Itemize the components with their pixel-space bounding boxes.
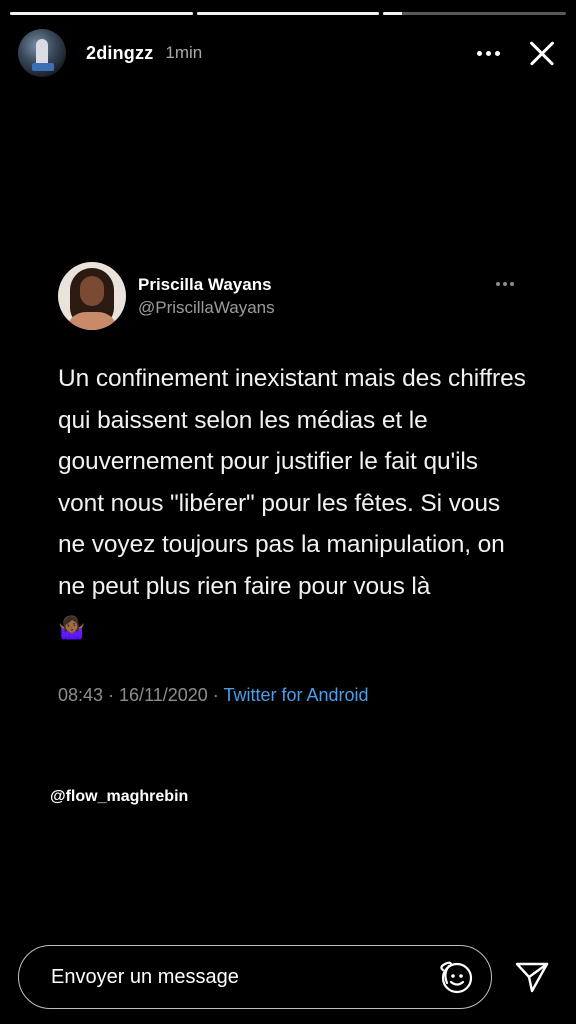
progress-fill <box>196 12 380 15</box>
progress-segment <box>196 12 380 15</box>
dot <box>496 282 500 286</box>
send-icon[interactable] <box>510 955 554 999</box>
message-placeholder: Envoyer un message <box>51 965 239 988</box>
story-header: 2dingzz 1min <box>18 28 562 78</box>
dot <box>485 50 491 56</box>
user-avatar[interactable] <box>18 29 66 77</box>
avatar-face <box>80 276 104 306</box>
dot <box>494 50 500 56</box>
progress-fill <box>383 12 402 15</box>
avatar-figure-base <box>32 63 54 71</box>
tweet-meta: 08:43 · 16/11/2020 · Twitter for Android <box>58 685 528 706</box>
tweet-card: Priscilla Wayans @PriscillaWayans Un con… <box>58 262 528 706</box>
tweet-body: Un confinement inexistant mais des chiff… <box>58 365 526 600</box>
tweet-more-icon <box>496 282 514 286</box>
dot <box>503 282 507 286</box>
progress-segment <box>383 12 567 15</box>
message-input[interactable]: Envoyer un message <box>18 945 492 1009</box>
story-progress-bar <box>10 12 567 15</box>
progress-fill <box>10 12 193 15</box>
tweet-author-names: Priscilla Wayans @PriscillaWayans <box>138 275 275 318</box>
shrug-emoji: 🤷🏾‍♀️ <box>58 615 86 640</box>
tweet-author-avatar <box>58 262 126 330</box>
tweet-timestamp: 08:43 · 16/11/2020 · <box>58 684 224 705</box>
credit-mention[interactable]: @flow_maghrebin <box>50 788 188 806</box>
dot <box>476 50 482 56</box>
dot <box>510 282 514 286</box>
progress-segment <box>10 12 193 15</box>
tweet-text: Un confinement inexistant mais des chiff… <box>58 358 528 649</box>
tweet-author-name: Priscilla Wayans <box>138 274 272 294</box>
close-icon[interactable] <box>522 33 562 73</box>
story-time: 1min <box>165 43 203 62</box>
story-footer: Envoyer un message <box>18 944 558 1010</box>
story-username[interactable]: 2dingzz <box>86 43 153 64</box>
tweet-source: Twitter for Android <box>223 684 369 705</box>
more-options-icon[interactable] <box>468 33 508 73</box>
tweet-author-handle: @PriscillaWayans <box>138 297 275 317</box>
sticker-icon[interactable] <box>437 957 477 997</box>
tweet-header: Priscilla Wayans @PriscillaWayans <box>58 262 528 330</box>
